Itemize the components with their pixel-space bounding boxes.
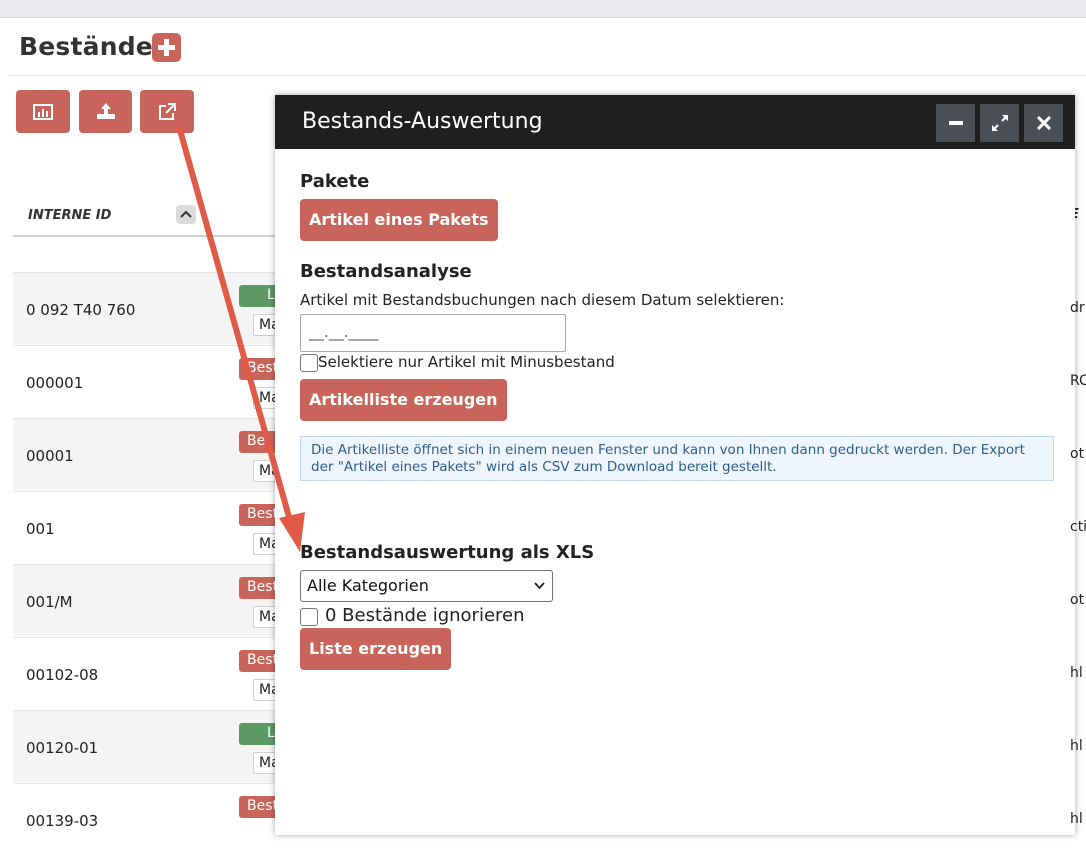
pakete-heading: Pakete — [300, 171, 370, 192]
row-right-cell: RC — [1070, 373, 1086, 389]
status-badge: Best — [239, 796, 279, 818]
export-button[interactable] — [140, 90, 194, 133]
category-select[interactable]: Alle Kategorien — [300, 570, 553, 602]
row-right-cell: dr — [1070, 300, 1085, 316]
chevron-down-icon — [534, 582, 545, 589]
page-title: Bestände — [19, 32, 153, 61]
row-right-cell: hl — [1070, 738, 1083, 754]
row-interne-id: 00120-01 — [26, 739, 99, 757]
close-icon — [1036, 116, 1051, 130]
external-link-icon — [159, 102, 176, 120]
maximize-button[interactable] — [980, 104, 1019, 142]
row-right-cell: ot — [1070, 446, 1085, 462]
table-row[interactable]: 00139-03 Best — [13, 783, 279, 855]
row-interne-id: 0 092 T40 760 — [26, 301, 136, 319]
table-row[interactable]: 0 092 T40 760 L Ma — [13, 272, 283, 344]
status-badge: Be — [239, 431, 279, 453]
row-interne-id: 001 — [26, 520, 55, 538]
table-header-divider — [13, 235, 275, 237]
add-plus-button[interactable] — [152, 33, 181, 62]
artikel-eines-pakets-button[interactable]: Artikel eines Pakets — [300, 199, 498, 241]
title-divider — [8, 75, 1086, 76]
liste-erzeugen-button[interactable]: Liste erzeugen — [300, 628, 452, 670]
status-badge: L — [239, 723, 279, 745]
row-right-cell: hl — [1070, 665, 1083, 681]
minusbestand-label: Selektiere nur Artikel mit Minusbestand — [318, 353, 615, 371]
table-row[interactable]: 00120-01 L Ma — [13, 710, 283, 782]
zero-stock-checkbox[interactable] — [300, 608, 318, 626]
xls-heading: Bestandsauswertung als XLS — [300, 542, 595, 563]
table-row[interactable]: 001 Best Ma — [13, 491, 283, 563]
chevron-up-icon — [180, 210, 192, 218]
minusbestand-checkbox[interactable] — [300, 354, 318, 372]
row-right-cell: cti — [1070, 519, 1086, 535]
status-badge: Best — [239, 358, 279, 380]
status-badge: Best — [239, 504, 279, 526]
status-badge: Best — [239, 650, 279, 672]
row-interne-id: 00001 — [26, 447, 74, 465]
sort-ascending-button[interactable] — [176, 205, 196, 224]
category-select-value: Alle Kategorien — [307, 576, 429, 595]
expand-icon — [991, 115, 1008, 131]
upload-button[interactable] — [79, 90, 132, 133]
table-row[interactable]: 00102-08 Best Ma — [13, 637, 283, 709]
date-label: Artikel mit Bestandsbuchungen nach diese… — [300, 291, 785, 309]
top-bar — [0, 0, 1086, 18]
statistics-button[interactable] — [16, 90, 70, 133]
minimize-button[interactable] — [936, 104, 975, 142]
status-badge: L — [239, 285, 279, 307]
chart-icon — [33, 103, 53, 120]
row-interne-id: 00102-08 — [26, 666, 99, 684]
dialog-header[interactable]: Bestands-Auswertung — [275, 95, 1075, 149]
table-row[interactable]: 001/M Best Ma — [13, 564, 283, 636]
status-badge: Best — [239, 577, 279, 599]
minimize-icon — [948, 121, 963, 125]
date-input[interactable]: __.__.____ — [300, 314, 566, 352]
bestandsanalyse-heading: Bestandsanalyse — [300, 261, 472, 282]
row-right-cell: ot — [1070, 592, 1085, 608]
dialog-title: Bestands-Auswertung — [302, 109, 543, 134]
info-box: Die Artikelliste öffnet sich in einem ne… — [300, 436, 1054, 481]
zero-stock-label: 0 Bestände ignorieren — [325, 605, 525, 626]
row-right-cell: hl — [1070, 811, 1083, 827]
table-row[interactable]: 000001 Best Ma — [13, 345, 283, 417]
bestands-auswertung-dialog: Bestands-Auswertung Pakete Artikel eines… — [275, 95, 1075, 835]
close-button[interactable] — [1024, 104, 1063, 142]
table-row[interactable]: 00001 Be Ma — [13, 418, 283, 490]
column-header-interne-id[interactable]: INTERNE ID — [28, 208, 111, 223]
artikelliste-erzeugen-button[interactable]: Artikelliste erzeugen — [300, 379, 507, 421]
row-interne-id: 000001 — [26, 374, 84, 392]
row-interne-id: 00139-03 — [26, 812, 99, 830]
upload-icon — [96, 103, 115, 119]
row-interne-id: 001/M — [26, 593, 73, 611]
